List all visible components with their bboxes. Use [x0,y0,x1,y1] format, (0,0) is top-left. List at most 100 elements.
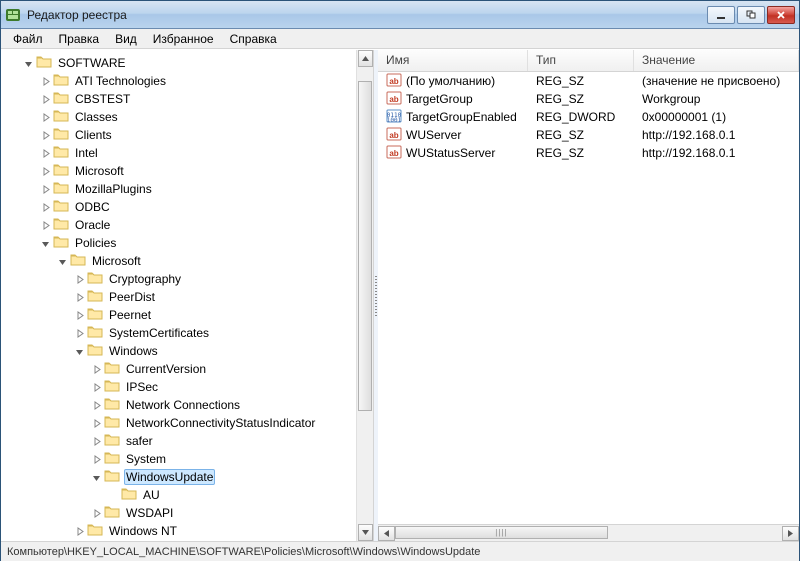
value-data: http://192.168.0.1 [634,128,799,142]
folder-icon [87,325,107,342]
tree-vertical-scrollbar[interactable] [356,50,373,541]
folder-icon [104,451,124,468]
string-value-icon: ab [386,144,406,163]
tree-item-label: PeerDist [107,289,157,305]
tree-item[interactable]: Cryptography [5,270,373,288]
list-row[interactable]: abWUServerREG_SZhttp://192.168.0.1 [378,126,799,144]
close-button[interactable] [767,6,795,24]
expand-icon[interactable] [90,381,102,393]
list-header: Имя Тип Значение [378,50,799,72]
expand-icon[interactable] [73,273,85,285]
value-type: REG_SZ [528,74,634,88]
tree-pane[interactable]: SOFTWAREATI TechnologiesCBSTESTClassesCl… [1,50,374,541]
titlebar: Редактор реестра [1,1,799,29]
expand-icon[interactable] [90,507,102,519]
tree-item[interactable]: CBSTEST [5,90,373,108]
expand-icon[interactable] [73,291,85,303]
menubar: Файл Правка Вид Избранное Справка [1,29,799,49]
value-type: REG_SZ [528,92,634,106]
expand-icon[interactable] [39,93,51,105]
collapse-icon[interactable] [22,57,34,69]
tree-item[interactable]: System [5,450,373,468]
folder-icon [104,433,124,450]
list-row[interactable]: ab(По умолчанию)REG_SZ(значение не присв… [378,72,799,90]
app-icon [5,7,21,23]
expand-icon[interactable] [90,453,102,465]
tree-item[interactable]: Microsoft [5,252,373,270]
collapse-icon[interactable] [56,255,68,267]
menu-favorites[interactable]: Избранное [145,30,222,48]
scroll-right-button[interactable] [782,526,799,541]
tree-item[interactable]: ATI Technologies [5,72,373,90]
tree-item[interactable]: MozillaPlugins [5,180,373,198]
list-horizontal-scrollbar[interactable]: |||| [378,524,799,541]
tree-item[interactable]: IPSec [5,378,373,396]
menu-view[interactable]: Вид [107,30,145,48]
expand-icon[interactable] [39,183,51,195]
expand-icon[interactable] [39,165,51,177]
menu-file[interactable]: Файл [5,30,51,48]
expand-icon[interactable] [90,435,102,447]
tree-item[interactable]: SystemCertificates [5,324,373,342]
column-value[interactable]: Значение [634,50,799,71]
expand-icon[interactable] [39,147,51,159]
scroll-thumb[interactable]: |||| [395,526,608,539]
tree-item[interactable]: Windows NT [5,522,373,540]
column-name[interactable]: Имя [378,50,528,71]
list-body[interactable]: ab(По умолчанию)REG_SZ(значение не присв… [378,72,799,524]
expand-icon[interactable] [90,417,102,429]
tree-item-label: Network Connections [124,397,242,413]
tree-item[interactable]: Network Connections [5,396,373,414]
tree-item[interactable]: WindowsUpdate [5,468,373,486]
tree-item-label: AU [141,487,162,503]
tree-item[interactable]: Windows [5,342,373,360]
expand-icon[interactable] [73,327,85,339]
expand-icon[interactable] [73,309,85,321]
expand-icon[interactable] [73,525,85,537]
tree-item[interactable]: Classes [5,108,373,126]
menu-edit[interactable]: Правка [51,30,108,48]
list-row[interactable]: 01101001TargetGroupEnabledREG_DWORD0x000… [378,108,799,126]
tree-item[interactable]: Clients [5,126,373,144]
tree-item[interactable]: Intel [5,144,373,162]
list-row[interactable]: abTargetGroupREG_SZWorkgroup [378,90,799,108]
collapse-icon[interactable] [39,237,51,249]
tree-item[interactable]: CurrentVersion [5,360,373,378]
value-data: 0x00000001 (1) [634,110,799,124]
expand-icon[interactable] [39,111,51,123]
menu-help[interactable]: Справка [222,30,285,48]
tree-item[interactable]: ODBC [5,198,373,216]
expand-icon[interactable] [39,129,51,141]
expander-placeholder [107,489,119,501]
scroll-left-button[interactable] [378,526,395,541]
expand-icon[interactable] [90,399,102,411]
list-row[interactable]: abWUStatusServerREG_SZhttp://192.168.0.1 [378,144,799,162]
scroll-up-button[interactable] [358,50,373,67]
tree-item[interactable]: NetworkConnectivityStatusIndicator [5,414,373,432]
expand-icon[interactable] [90,363,102,375]
tree-item[interactable]: WSDAPI [5,504,373,522]
maximize-button[interactable] [737,6,765,24]
tree-item-label: Peernet [107,307,153,323]
column-type[interactable]: Тип [528,50,634,71]
tree-item[interactable]: safer [5,432,373,450]
folder-icon [87,343,107,360]
expand-icon[interactable] [39,219,51,231]
collapse-icon[interactable] [73,345,85,357]
tree-item[interactable]: Oracle [5,216,373,234]
tree-item[interactable]: AU [5,486,373,504]
tree-item[interactable]: PeerDist [5,288,373,306]
scroll-thumb[interactable] [358,81,372,411]
expand-icon[interactable] [39,201,51,213]
tree-item[interactable]: Microsoft [5,162,373,180]
binary-value-icon: 01101001 [386,108,406,127]
minimize-button[interactable] [707,6,735,24]
statusbar: Компьютер\HKEY_LOCAL_MACHINE\SOFTWARE\Po… [1,541,799,561]
collapse-icon[interactable] [90,471,102,483]
tree-item[interactable]: Peernet [5,306,373,324]
tree-item[interactable]: SOFTWARE [5,54,373,72]
tree-item[interactable]: Policies [5,234,373,252]
scroll-down-button[interactable] [358,524,373,541]
value-name: (По умолчанию) [406,74,495,88]
expand-icon[interactable] [39,75,51,87]
